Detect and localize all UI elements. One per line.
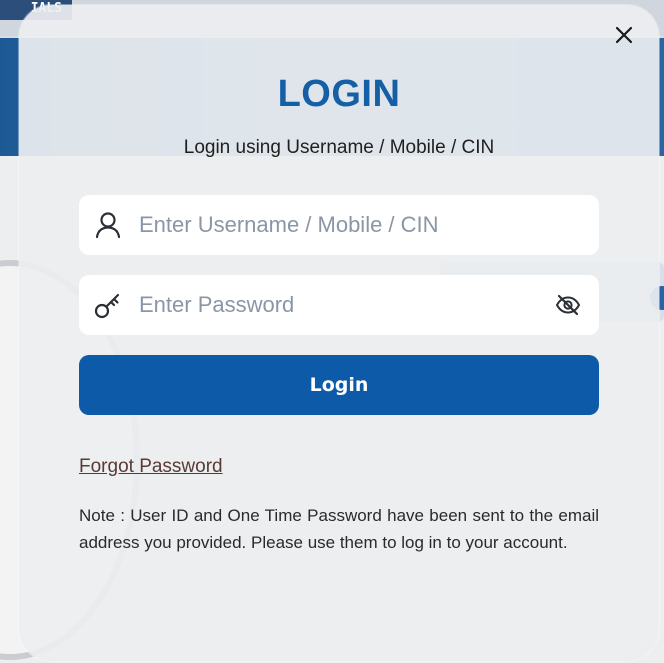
username-input[interactable] (139, 195, 539, 255)
user-icon (93, 210, 123, 240)
modal-title: LOGIN (277, 73, 401, 115)
username-field (79, 195, 599, 255)
login-note: Note : User ID and One Time Password hav… (79, 506, 599, 552)
forgot-password-link[interactable]: Forgot Password (79, 456, 223, 478)
key-icon (93, 290, 123, 320)
close-icon[interactable] (612, 23, 636, 47)
password-field (79, 275, 599, 335)
login-modal: LOGIN Login using Username / Mobile / CI… (19, 5, 659, 661)
modal-subtitle: Login using Username / Mobile / CIN (183, 137, 495, 158)
eye-slash-icon[interactable] (555, 293, 581, 317)
password-input[interactable] (139, 275, 539, 335)
login-button[interactable]: Login (79, 355, 599, 415)
